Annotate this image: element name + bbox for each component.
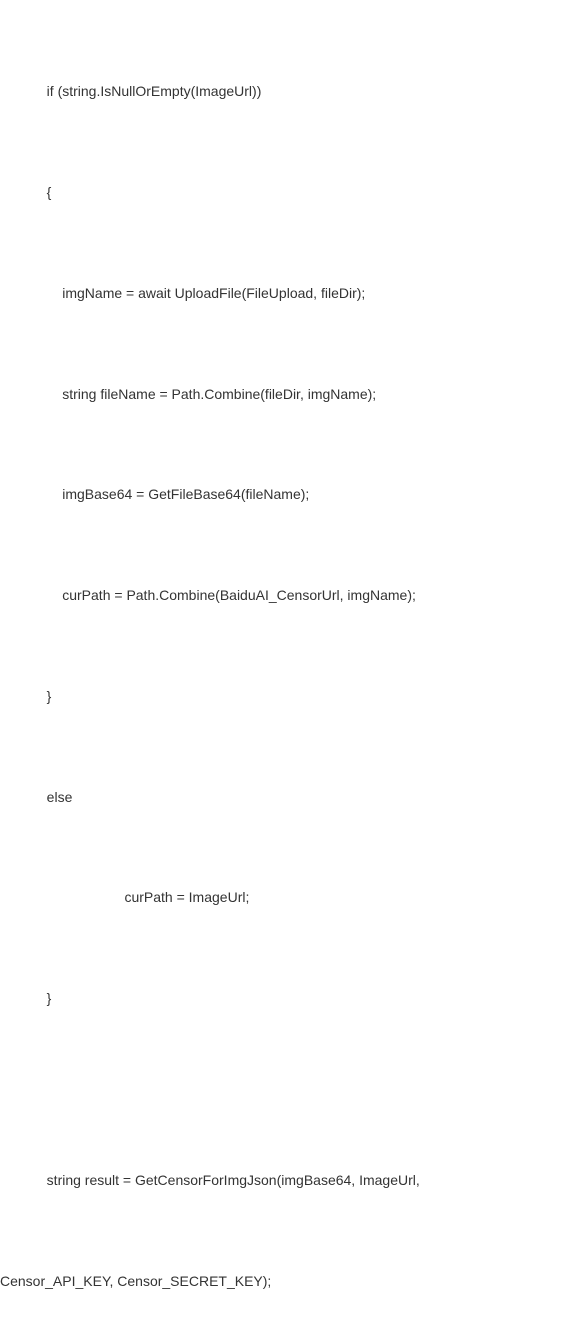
code-line: imgName = await UploadFile(FileUpload, f… <box>0 277 561 311</box>
code-line: string result = GetCensorForImgJson(imgB… <box>0 1164 561 1198</box>
code-line: imgBase64 = GetFileBase64(fileName); <box>0 478 561 512</box>
code-line: } <box>0 982 561 1016</box>
code-line: else <box>0 781 561 815</box>
code-line <box>0 1083 561 1097</box>
code-line: curPath = ImageUrl; <box>0 881 561 915</box>
code-line: } <box>0 680 561 714</box>
code-line: Censor_API_KEY, Censor_SECRET_KEY); <box>0 1265 561 1299</box>
code-line: string fileName = Path.Combine(fileDir, … <box>0 378 561 412</box>
code-line: if (string.IsNullOrEmpty(ImageUrl)) <box>0 75 561 109</box>
code-line: { <box>0 176 561 210</box>
code-block: if (string.IsNullOrEmpty(ImageUrl)) { im… <box>0 8 561 1320</box>
code-line: curPath = Path.Combine(BaiduAI_CensorUrl… <box>0 579 561 613</box>
